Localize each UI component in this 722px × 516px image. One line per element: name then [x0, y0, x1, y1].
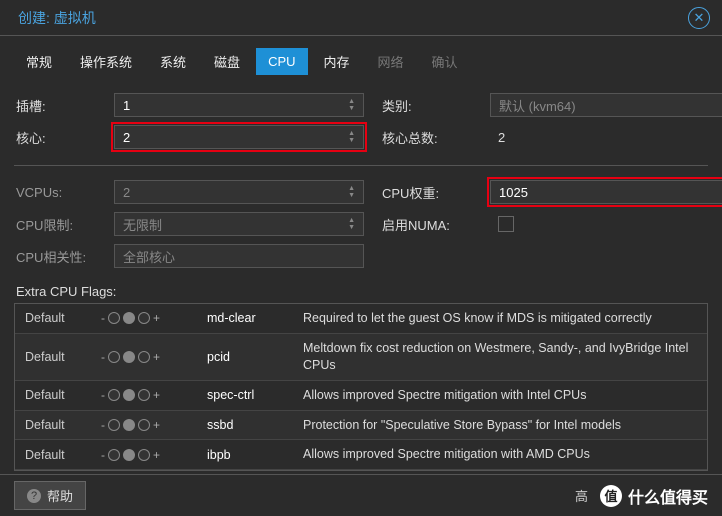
flag-default-label: Default	[25, 311, 95, 325]
flag-desc: Required to let the guest OS know if MDS…	[303, 310, 697, 327]
spinner-handle-icon[interactable]: ▲▼	[348, 217, 355, 231]
flag-desc: Protection for "Speculative Store Bypass…	[303, 417, 697, 434]
flag-tristate[interactable]: -+	[101, 388, 201, 402]
type-label: 类别:	[382, 96, 472, 115]
flag-default-label: Default	[25, 448, 95, 462]
close-icon[interactable]: ✕	[688, 7, 710, 29]
help-button[interactable]: ? 帮助	[14, 481, 86, 510]
watermark-icon: 值	[600, 485, 622, 507]
limit-spinner[interactable]: 无限制 ▲▼	[114, 212, 364, 236]
flag-row: Default -+ ibpb Allows improved Spectre …	[15, 440, 707, 470]
flags-table: Default -+ md-clear Required to let the …	[14, 303, 708, 471]
spinner-handle-icon[interactable]: ▲▼	[348, 98, 355, 112]
flag-default-label: Default	[25, 350, 95, 364]
tab-confirm: 确认	[420, 46, 470, 77]
total-cores-label: 核心总数:	[382, 128, 472, 147]
flags-header: Extra CPU Flags:	[16, 284, 708, 299]
tab-memory[interactable]: 内存	[312, 46, 362, 77]
cores-spinner[interactable]: 2 ▲▼	[114, 125, 364, 149]
flag-tristate[interactable]: -+	[101, 350, 201, 364]
flag-tristate[interactable]: -+	[101, 418, 201, 432]
flag-desc: Meltdown fix cost reduction on Westmere,…	[303, 340, 697, 374]
flag-name: ssbd	[207, 418, 297, 432]
flag-row: Default -+ md-clear Required to let the …	[15, 304, 707, 334]
flag-name: md-clear	[207, 311, 297, 325]
weight-label: CPU权重:	[382, 183, 472, 202]
flag-desc: Allows improved Spectre mitigation with …	[303, 446, 697, 463]
tab-network: 网络	[366, 46, 416, 77]
vcpus-spinner[interactable]: 2 ▲▼	[114, 180, 364, 204]
affinity-label: CPU相关性:	[16, 247, 96, 266]
help-icon: ?	[27, 489, 41, 503]
watermark: 值 什么值得买	[600, 484, 708, 508]
tab-os[interactable]: 操作系统	[68, 46, 144, 77]
dialog-title: 创建: 虚拟机	[18, 8, 96, 28]
vcpus-label: VCPUs:	[16, 185, 96, 200]
tab-disk[interactable]: 磁盘	[202, 46, 252, 77]
weight-spinner[interactable]: 1025 ▲▼	[490, 180, 722, 204]
tab-general[interactable]: 常规	[14, 46, 64, 77]
limit-label: CPU限制:	[16, 215, 96, 234]
flag-default-label: Default	[25, 388, 95, 402]
cores-label: 核心:	[16, 128, 96, 147]
tab-bar: 常规 操作系统 系统 磁盘 CPU 内存 网络 确认	[0, 36, 722, 83]
total-cores-value: 2	[490, 130, 722, 145]
flag-name: pcid	[207, 350, 297, 364]
numa-checkbox[interactable]	[498, 216, 514, 232]
flag-row: Default -+ pcid Meltdown fix cost reduct…	[15, 334, 707, 381]
flag-tristate[interactable]: -+	[101, 448, 201, 462]
flag-name: ibpb	[207, 448, 297, 462]
spinner-handle-icon[interactable]: ▲▼	[348, 130, 355, 144]
slots-label: 插槽:	[16, 96, 96, 115]
tab-system[interactable]: 系统	[148, 46, 198, 77]
advanced-label: 高	[575, 486, 588, 505]
flag-desc: Allows improved Spectre mitigation with …	[303, 387, 697, 404]
affinity-input[interactable]: 全部核心	[114, 244, 364, 268]
type-select[interactable]: 默认 (kvm64) ▽	[490, 93, 722, 117]
spinner-handle-icon[interactable]: ▲▼	[348, 185, 355, 199]
numa-label: 启用NUMA:	[382, 215, 472, 234]
flag-default-label: Default	[25, 418, 95, 432]
tab-cpu[interactable]: CPU	[256, 48, 307, 75]
flag-row: Default -+ ssbd Protection for "Speculat…	[15, 411, 707, 441]
flag-name: spec-ctrl	[207, 388, 297, 402]
flag-tristate[interactable]: -+	[101, 311, 201, 325]
slots-spinner[interactable]: 1 ▲▼	[114, 93, 364, 117]
flag-row: Default -+ spec-ctrl Allows improved Spe…	[15, 381, 707, 411]
